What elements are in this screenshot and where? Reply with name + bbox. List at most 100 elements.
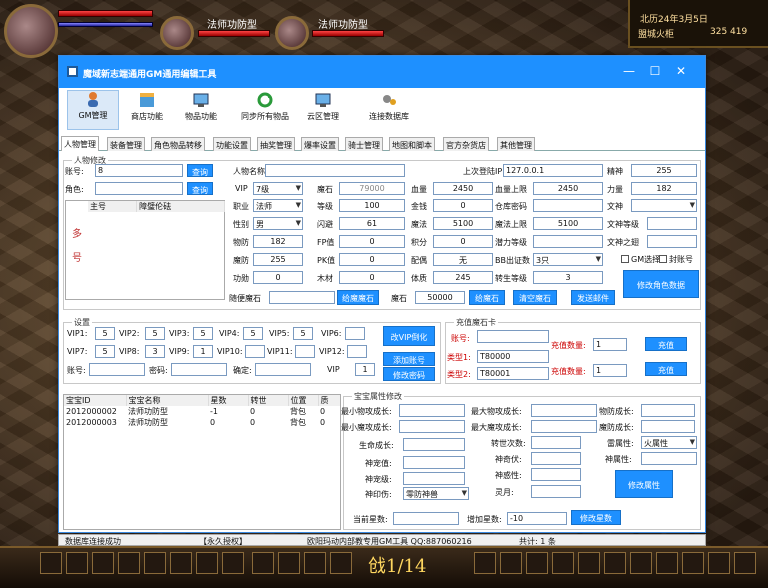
gender-select[interactable]: 男 — [253, 217, 303, 230]
target-portrait-right[interactable] — [275, 16, 309, 50]
change-vip-button[interactable]: 改VIP倒化 — [383, 326, 435, 346]
mp-max-input[interactable]: 5100 — [533, 217, 603, 230]
vip11-input[interactable] — [295, 345, 315, 358]
spirit-input[interactable]: 255 — [631, 164, 697, 177]
toolbar-items[interactable]: 物品功能 — [175, 92, 227, 122]
qty1-input[interactable]: 1 — [593, 338, 627, 351]
settings-pwd-input[interactable] — [171, 363, 227, 376]
min-magic-input[interactable] — [399, 420, 465, 433]
magic-def-input[interactable]: 255 — [253, 253, 303, 266]
hotbar-slot[interactable] — [708, 552, 730, 574]
maximize-button[interactable]: ☐ — [645, 64, 665, 78]
vip1-input[interactable]: 5 — [95, 327, 115, 340]
element-select[interactable]: 火属性 — [641, 436, 697, 449]
hotbar-slot[interactable] — [278, 552, 300, 574]
vip4-input[interactable]: 5 — [243, 327, 263, 340]
hotbar-slot[interactable] — [92, 552, 114, 574]
hotbar-slot[interactable] — [40, 552, 62, 574]
mp-input[interactable]: 5100 — [433, 217, 493, 230]
hotbar-slot[interactable] — [222, 552, 244, 574]
gm-checkbox[interactable] — [621, 255, 629, 263]
god-wing-input[interactable] — [647, 235, 697, 248]
refresh-stone-button[interactable]: 给魔魔石 — [337, 290, 379, 305]
hotbar-slot[interactable] — [118, 552, 140, 574]
account-input[interactable]: 8 — [95, 164, 183, 177]
modify-character-button[interactable]: 修改角色数据 — [623, 270, 699, 298]
tab-lottery[interactable]: 抽奖管理 — [257, 137, 295, 151]
pet-col-turn[interactable]: 转世 — [248, 395, 289, 406]
phys-def-grow-input[interactable] — [641, 404, 695, 417]
hp-input[interactable]: 2450 — [433, 182, 493, 195]
recharge1-button[interactable]: 充值 — [645, 337, 687, 351]
tab-knight[interactable]: 骑士管理 — [345, 137, 383, 151]
table-row[interactable]: 2012000003 法师功防型 0 0 背包 0 — [64, 417, 340, 428]
quality-input[interactable] — [531, 485, 581, 498]
tab-other[interactable]: 其他管理 — [497, 137, 535, 151]
toolbar-gm-manage[interactable]: GM管理 — [67, 90, 119, 130]
pet-zhi-input[interactable] — [403, 472, 465, 485]
magic-def-grow-input[interactable] — [641, 420, 695, 433]
toolbar-server[interactable]: 云区管理 — [297, 92, 349, 122]
vip7-input[interactable]: 5 — [95, 345, 115, 358]
hotbar-slot[interactable] — [734, 552, 756, 574]
wood-input[interactable]: 0 — [339, 271, 405, 284]
target-portrait-left[interactable] — [160, 16, 194, 50]
pet-col-name[interactable]: 宝宝名称 — [126, 395, 209, 406]
hotbar-slot[interactable] — [330, 552, 352, 574]
hotbar-slot[interactable] — [144, 552, 166, 574]
stone-input[interactable]: 50000 — [415, 291, 465, 304]
vip5-input[interactable]: 5 — [293, 327, 313, 340]
power-input[interactable]: 182 — [631, 182, 697, 195]
cur-star-input[interactable] — [393, 512, 459, 525]
max-magic-input[interactable] — [531, 420, 597, 433]
pet-col-id[interactable]: 宝宝ID — [64, 395, 127, 406]
table-row[interactable]: 2012000002 法师功防型 -1 0 背包 0 — [64, 406, 340, 417]
pk-input[interactable]: 0 — [339, 253, 405, 266]
tab-equipment[interactable]: 装备管理 — [107, 137, 145, 151]
god-level-input[interactable] — [647, 217, 697, 230]
god-select[interactable] — [631, 199, 697, 212]
pet-god-input[interactable] — [403, 456, 465, 469]
title-bar[interactable]: 魔域新志端通用GM通用编辑工具 — ☐ ✕ — [59, 56, 705, 88]
vip10-input[interactable] — [245, 345, 265, 358]
mojie-input[interactable]: 79000 — [339, 182, 405, 195]
tab-function[interactable]: 功能设置 — [213, 137, 251, 151]
vip3-input[interactable]: 5 — [193, 327, 213, 340]
role-input[interactable] — [95, 182, 183, 195]
level-input[interactable]: 100 — [339, 199, 405, 212]
modify-star-button[interactable]: 修改星数 — [571, 510, 621, 525]
name-input[interactable] — [265, 164, 405, 177]
hotbar-slot[interactable] — [578, 552, 600, 574]
turn-input[interactable]: 3 — [533, 271, 603, 284]
pet-table[interactable]: 宝宝ID 宝宝名称 星数 转世 位置 质 2012000002 法师功防型 -1… — [63, 394, 341, 530]
potential-input[interactable] — [533, 235, 603, 248]
player-portrait[interactable] — [4, 4, 58, 58]
hotbar-slot[interactable] — [304, 552, 326, 574]
random-stone-input[interactable] — [269, 291, 335, 304]
phys-def-input[interactable]: 182 — [253, 235, 303, 248]
gold-input[interactable]: 0 — [433, 199, 493, 212]
minimap[interactable]: 北历24年3月5日 盟城火柜 325 419 — [628, 0, 768, 48]
add-star-input[interactable]: -10 — [507, 512, 567, 525]
pet-type-select[interactable]: 零防神兽 — [403, 487, 469, 500]
settings-confirm-input[interactable] — [255, 363, 311, 376]
give-stone-button[interactable]: 给魔石 — [469, 290, 505, 305]
modify-attr-button[interactable]: 修改属性 — [615, 470, 673, 498]
tab-item-transfer[interactable]: 角色物品转移 — [151, 137, 205, 151]
hotbar-slot[interactable] — [552, 552, 574, 574]
tab-map-script[interactable]: 地图和脚本 — [389, 137, 435, 151]
type1-input[interactable]: T80000 — [477, 350, 549, 363]
hotbar-slot[interactable] — [500, 552, 522, 574]
ware-pwd-input[interactable] — [533, 199, 603, 212]
pet-col-star[interactable]: 星数 — [208, 395, 249, 406]
hotbar-slot[interactable] — [170, 552, 192, 574]
tab-drop-rate[interactable]: 爆率设置 — [301, 137, 339, 151]
min-phys-input[interactable] — [399, 404, 465, 417]
type2-input[interactable]: T80001 — [477, 367, 549, 380]
last-ip-input[interactable]: 127.0.0.1 — [503, 164, 603, 177]
fp-input[interactable]: 0 — [339, 235, 405, 248]
hotbar-slot[interactable] — [196, 552, 218, 574]
recharge-account-input[interactable] — [477, 330, 549, 343]
hotbar-slot[interactable] — [630, 552, 652, 574]
tab-official-store[interactable]: 官方杂货店 — [443, 137, 489, 151]
